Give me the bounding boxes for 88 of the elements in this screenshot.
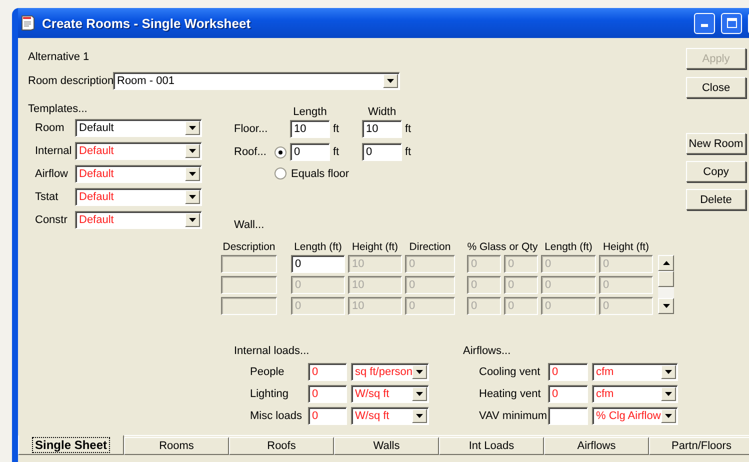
unit-dropdown[interactable]: cfm — [592, 385, 678, 403]
field-label: Heating vent — [479, 388, 542, 400]
document-icon — [20, 15, 36, 31]
down-arrow-icon — [662, 304, 670, 308]
up-arrow-icon — [662, 261, 670, 265]
unit-label: ft — [332, 146, 340, 158]
column-header: Height (ft) — [350, 240, 400, 252]
column-header: Direction — [408, 240, 452, 252]
radio-button[interactable] — [274, 167, 287, 180]
dialog-button[interactable]: Delete — [686, 189, 746, 210]
dropdown-arrow-icon — [189, 218, 196, 222]
field-label: Internal — [35, 145, 73, 157]
input-field[interactable]: 0 — [308, 407, 347, 425]
maximize-button[interactable] — [721, 12, 742, 34]
input-field[interactable]: 0 — [308, 385, 347, 403]
input-field[interactable]: 10 — [290, 120, 330, 138]
dialog-button[interactable]: Close — [686, 77, 746, 98]
template-dropdown[interactable]: Default — [75, 211, 202, 229]
input-field[interactable]: 0 — [362, 143, 402, 161]
template-dropdown[interactable]: Default — [75, 165, 202, 183]
input-field[interactable] — [548, 407, 588, 425]
column-header: Height (ft) — [602, 240, 650, 252]
unit-dropdown[interactable]: % Clg Airflow — [592, 407, 678, 425]
dropdown-arrow-icon — [416, 370, 423, 374]
input-field[interactable]: 0 — [548, 363, 588, 381]
dropdown-arrow-icon — [189, 195, 196, 199]
input-field[interactable]: 0 — [291, 255, 345, 273]
section-heading: Internal loads... — [234, 345, 310, 357]
room-dropdown[interactable]: Room - 001 — [113, 72, 400, 90]
dropdown-arrow-icon — [665, 414, 672, 418]
field-label: Airflow — [35, 168, 70, 180]
template-dropdown[interactable]: Default — [75, 119, 202, 137]
input-field[interactable]: 10 — [362, 120, 402, 138]
column-header: Length (ft) — [293, 240, 343, 252]
template-dropdown[interactable]: Default — [75, 188, 202, 206]
field-label: Constr — [35, 214, 68, 226]
dropdown-arrow-icon — [189, 172, 196, 176]
section-heading: Airflows... — [463, 345, 512, 357]
maximize-icon — [726, 18, 736, 28]
tab[interactable]: Single Sheet — [18, 435, 124, 455]
scrollbar[interactable] — [658, 255, 674, 314]
input-field[interactable]: 0 — [308, 363, 347, 381]
minimize-button[interactable] — [694, 12, 715, 34]
window-title: Create Rooms - Single Worksheet — [42, 16, 252, 30]
dropdown-arrow-icon — [665, 370, 672, 374]
dialog-button[interactable]: Copy — [686, 161, 746, 182]
field-label: VAV minimum — [479, 410, 544, 422]
dropdown-arrow-icon — [665, 392, 672, 396]
radio-label: Equals floor — [291, 168, 350, 180]
dropdown-arrow-icon — [416, 392, 423, 396]
alternative-label: Alternative 1 — [28, 51, 90, 63]
tab[interactable]: Int Loads — [439, 437, 544, 455]
section-heading: Wall... — [234, 219, 266, 231]
field-label: Misc loads — [250, 410, 303, 422]
column-header: Width — [366, 106, 398, 118]
dropdown-arrow-icon — [189, 126, 196, 130]
column-header: % Glass or Qty — [467, 240, 538, 252]
unit-label: ft — [404, 146, 412, 158]
field-label: Cooling vent — [479, 366, 542, 378]
field-label: Room — [35, 122, 66, 134]
field-label: People — [250, 366, 286, 378]
unit-dropdown[interactable]: cfm — [592, 363, 678, 381]
template-dropdown[interactable]: Default — [75, 142, 202, 160]
unit-label: ft — [332, 123, 340, 135]
unit-label: ft — [404, 123, 412, 135]
unit-dropdown[interactable]: W/sq ft — [351, 407, 429, 425]
radio-button[interactable] — [274, 146, 287, 158]
unit-dropdown[interactable]: W/sq ft — [351, 385, 429, 403]
column-header: Length (ft) — [544, 240, 594, 252]
field-label: Floor... — [234, 123, 269, 135]
input-field[interactable]: 0 — [290, 143, 330, 161]
tab[interactable]: Rooms — [124, 437, 229, 455]
unit-dropdown[interactable]: sq ft/person — [351, 363, 429, 381]
column-header: Description — [222, 240, 276, 252]
field-label: Tstat — [35, 191, 60, 203]
tab[interactable]: Roofs — [229, 437, 334, 455]
column-header: Length — [292, 106, 328, 118]
section-heading: Templates... — [28, 103, 88, 115]
tab[interactable]: Partn/Floors — [649, 437, 749, 455]
dialog-button[interactable]: New Room — [686, 133, 746, 154]
dropdown-arrow-icon — [387, 79, 394, 83]
dropdown-arrow-icon — [416, 414, 423, 418]
tab[interactable]: Airflows — [544, 437, 649, 455]
input-field[interactable]: 0 — [548, 385, 588, 403]
dropdown-arrow-icon — [189, 149, 196, 153]
tab[interactable]: Walls — [334, 437, 439, 455]
field-label: Roof... — [234, 146, 268, 158]
field-label: Lighting — [250, 388, 290, 400]
